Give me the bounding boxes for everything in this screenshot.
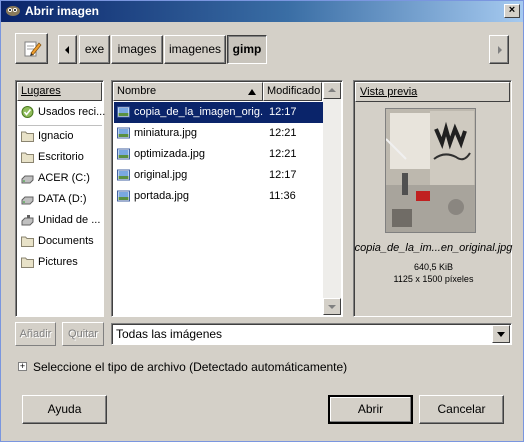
column-header-name[interactable]: Nombre bbox=[113, 82, 263, 101]
file-row[interactable]: optimizada.jpg 12:21 bbox=[114, 144, 324, 165]
path-scroll-right-button[interactable] bbox=[489, 35, 509, 64]
drive-icon bbox=[21, 175, 34, 184]
places-header[interactable]: Lugares bbox=[17, 82, 102, 101]
preview-thumbnail bbox=[385, 108, 476, 233]
places-item-unidad[interactable]: Unidad de ... bbox=[18, 210, 102, 231]
drive-icon bbox=[21, 215, 34, 226]
places-pane: Lugares Usados reci... Ignacio Escritori… bbox=[15, 80, 105, 317]
preview-filename: copia_de_la_im...en_original.jpg bbox=[354, 242, 513, 254]
preview-header: Vista previa bbox=[355, 82, 510, 102]
scroll-up-button[interactable] bbox=[323, 82, 341, 99]
title-bar: Abrir imagen × bbox=[1, 1, 523, 22]
preview-filesize: 640,5 KiB bbox=[413, 262, 454, 272]
filter-dropdown-button[interactable] bbox=[492, 325, 510, 343]
column-header-modified[interactable]: Modificado bbox=[263, 82, 322, 101]
close-button[interactable]: × bbox=[504, 4, 520, 18]
image-file-icon bbox=[117, 127, 130, 139]
arrow-left-icon bbox=[65, 46, 69, 54]
places-item-acer-c[interactable]: ACER (C:) bbox=[18, 168, 102, 189]
chevron-down-icon bbox=[497, 332, 505, 337]
help-button[interactable]: Ayuda bbox=[22, 395, 107, 424]
scroll-down-button[interactable] bbox=[323, 298, 341, 315]
places-item-documents[interactable]: Documents bbox=[18, 231, 102, 252]
file-list-scrollbar[interactable] bbox=[323, 82, 341, 315]
path-crumb-imagenes[interactable]: imagenes bbox=[164, 35, 226, 64]
preview-dimensions: 1125 x 1500 píxeles bbox=[393, 274, 474, 284]
sort-ascending-icon bbox=[248, 89, 256, 95]
places-item-data-d[interactable]: DATA (D:) bbox=[18, 189, 102, 210]
path-crumb-gimp[interactable]: gimp bbox=[227, 35, 267, 64]
file-list-pane: Nombre Modificado copia_de_la_imagen_ori… bbox=[111, 80, 343, 317]
image-file-icon bbox=[117, 106, 130, 118]
add-bookmark-button[interactable]: Añadir bbox=[15, 322, 56, 346]
image-file-icon bbox=[117, 148, 130, 160]
folder-icon bbox=[21, 131, 34, 142]
path-crumb-images[interactable]: images bbox=[111, 35, 163, 64]
image-file-icon bbox=[117, 190, 130, 202]
arrow-down-icon bbox=[328, 305, 336, 309]
preview-pane: Vista previa copia_de_la_im...en_origina… bbox=[353, 80, 512, 317]
gimp-icon bbox=[6, 6, 20, 16]
cancel-button[interactable]: Cancelar bbox=[419, 395, 504, 424]
places-item-pictures[interactable]: Pictures bbox=[18, 252, 102, 273]
open-image-dialog: Abrir imagen × exe images imagenes gimp … bbox=[0, 0, 524, 442]
pencil-icon bbox=[24, 41, 42, 57]
file-type-expander[interactable]: + bbox=[18, 362, 27, 371]
places-item-ignacio[interactable]: Ignacio bbox=[18, 126, 102, 147]
remove-bookmark-button[interactable]: Quitar bbox=[62, 322, 104, 346]
arrow-right-icon bbox=[498, 46, 502, 54]
folder-icon bbox=[21, 236, 34, 247]
places-item-escritorio[interactable]: Escritorio bbox=[18, 147, 102, 168]
file-type-label[interactable]: Seleccione el tipo de archivo (Detectado… bbox=[33, 360, 347, 374]
open-button[interactable]: Abrir bbox=[328, 395, 413, 424]
file-row[interactable]: original.jpg 12:17 bbox=[114, 165, 324, 186]
path-scroll-left-button[interactable] bbox=[58, 35, 77, 64]
arrow-up-icon bbox=[328, 88, 336, 92]
file-row[interactable]: miniatura.jpg 12:21 bbox=[114, 123, 324, 144]
image-file-icon bbox=[117, 169, 130, 181]
window-title: Abrir imagen bbox=[25, 4, 100, 18]
places-item-recent[interactable]: Usados reci... bbox=[18, 102, 105, 123]
close-icon: × bbox=[508, 4, 516, 16]
type-location-button[interactable] bbox=[15, 33, 48, 64]
file-filter-select[interactable]: Todas las imágenes bbox=[111, 323, 512, 345]
folder-icon bbox=[21, 257, 34, 268]
path-crumb-exe[interactable]: exe bbox=[79, 35, 110, 64]
file-row[interactable]: copia_de_la_imagen_orig... 12:17 bbox=[114, 102, 324, 123]
thumbnail-image bbox=[385, 109, 475, 232]
folder-icon bbox=[21, 152, 34, 163]
drive-icon bbox=[21, 196, 34, 205]
file-row[interactable]: portada.jpg 11:36 bbox=[114, 186, 324, 207]
recent-icon bbox=[21, 106, 34, 118]
